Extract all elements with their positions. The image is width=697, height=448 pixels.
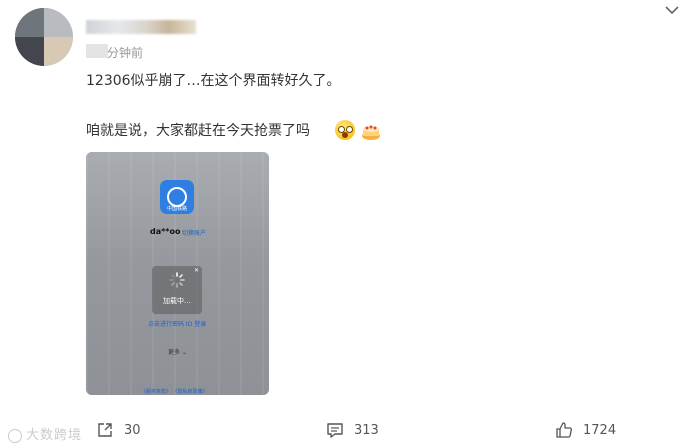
username-blurred[interactable] — [86, 20, 196, 34]
watermark-text: 大数跨境 — [26, 428, 83, 443]
comment-icon — [327, 423, 343, 438]
close-icon: ✕ — [193, 267, 199, 274]
chevron-down-icon[interactable] — [664, 4, 680, 18]
app-caption: 中国铁路 — [166, 206, 187, 212]
time-blurred — [86, 44, 108, 58]
account-name: da**oo — [150, 227, 181, 236]
comment-button[interactable]: 313 — [326, 420, 379, 440]
loading-dialog: ✕ 加载中… — [152, 266, 202, 314]
footer-links: 《服务条款》 《隐私权政策》 — [141, 389, 208, 395]
spinner-icon — [169, 272, 185, 288]
like-count: 1724 — [583, 422, 617, 438]
switch-account-link: 切换账户 — [182, 230, 207, 237]
like-button[interactable]: 1724 — [555, 420, 616, 440]
share-button[interactable]: 30 — [96, 420, 141, 440]
avatar[interactable] — [15, 8, 73, 66]
share-icon — [98, 423, 112, 437]
cake-emoji-icon — [360, 120, 382, 142]
comment-count: 313 — [354, 422, 379, 438]
share-count: 30 — [124, 422, 141, 438]
loading-text: 加载中… — [163, 297, 191, 305]
post-text-line2: 咱就是说，大家都赶在今天抢票了吗 — [86, 123, 310, 139]
login-link: 点击进行密码 ID 登录 — [148, 321, 207, 328]
post-timestamp: 分钟前 — [107, 46, 144, 60]
watermark: 大数跨境 — [8, 424, 82, 443]
railway-logo-icon: 中国铁路 — [160, 180, 194, 214]
more-link: 更多 ⌄ — [168, 349, 187, 356]
thumbs-up-icon — [556, 422, 572, 438]
shocked-emoji-icon — [335, 120, 355, 140]
post-image[interactable]: 中国铁路 da**oo 切换账户 ✕ 加载中… 点击进行密码 ID 登录 更多 … — [86, 152, 269, 395]
post-text-line1: 12306似乎崩了…在这个界面转好久了。 — [86, 73, 341, 89]
more-label: 更多 — [168, 349, 181, 356]
watermark-logo-icon — [8, 428, 22, 443]
